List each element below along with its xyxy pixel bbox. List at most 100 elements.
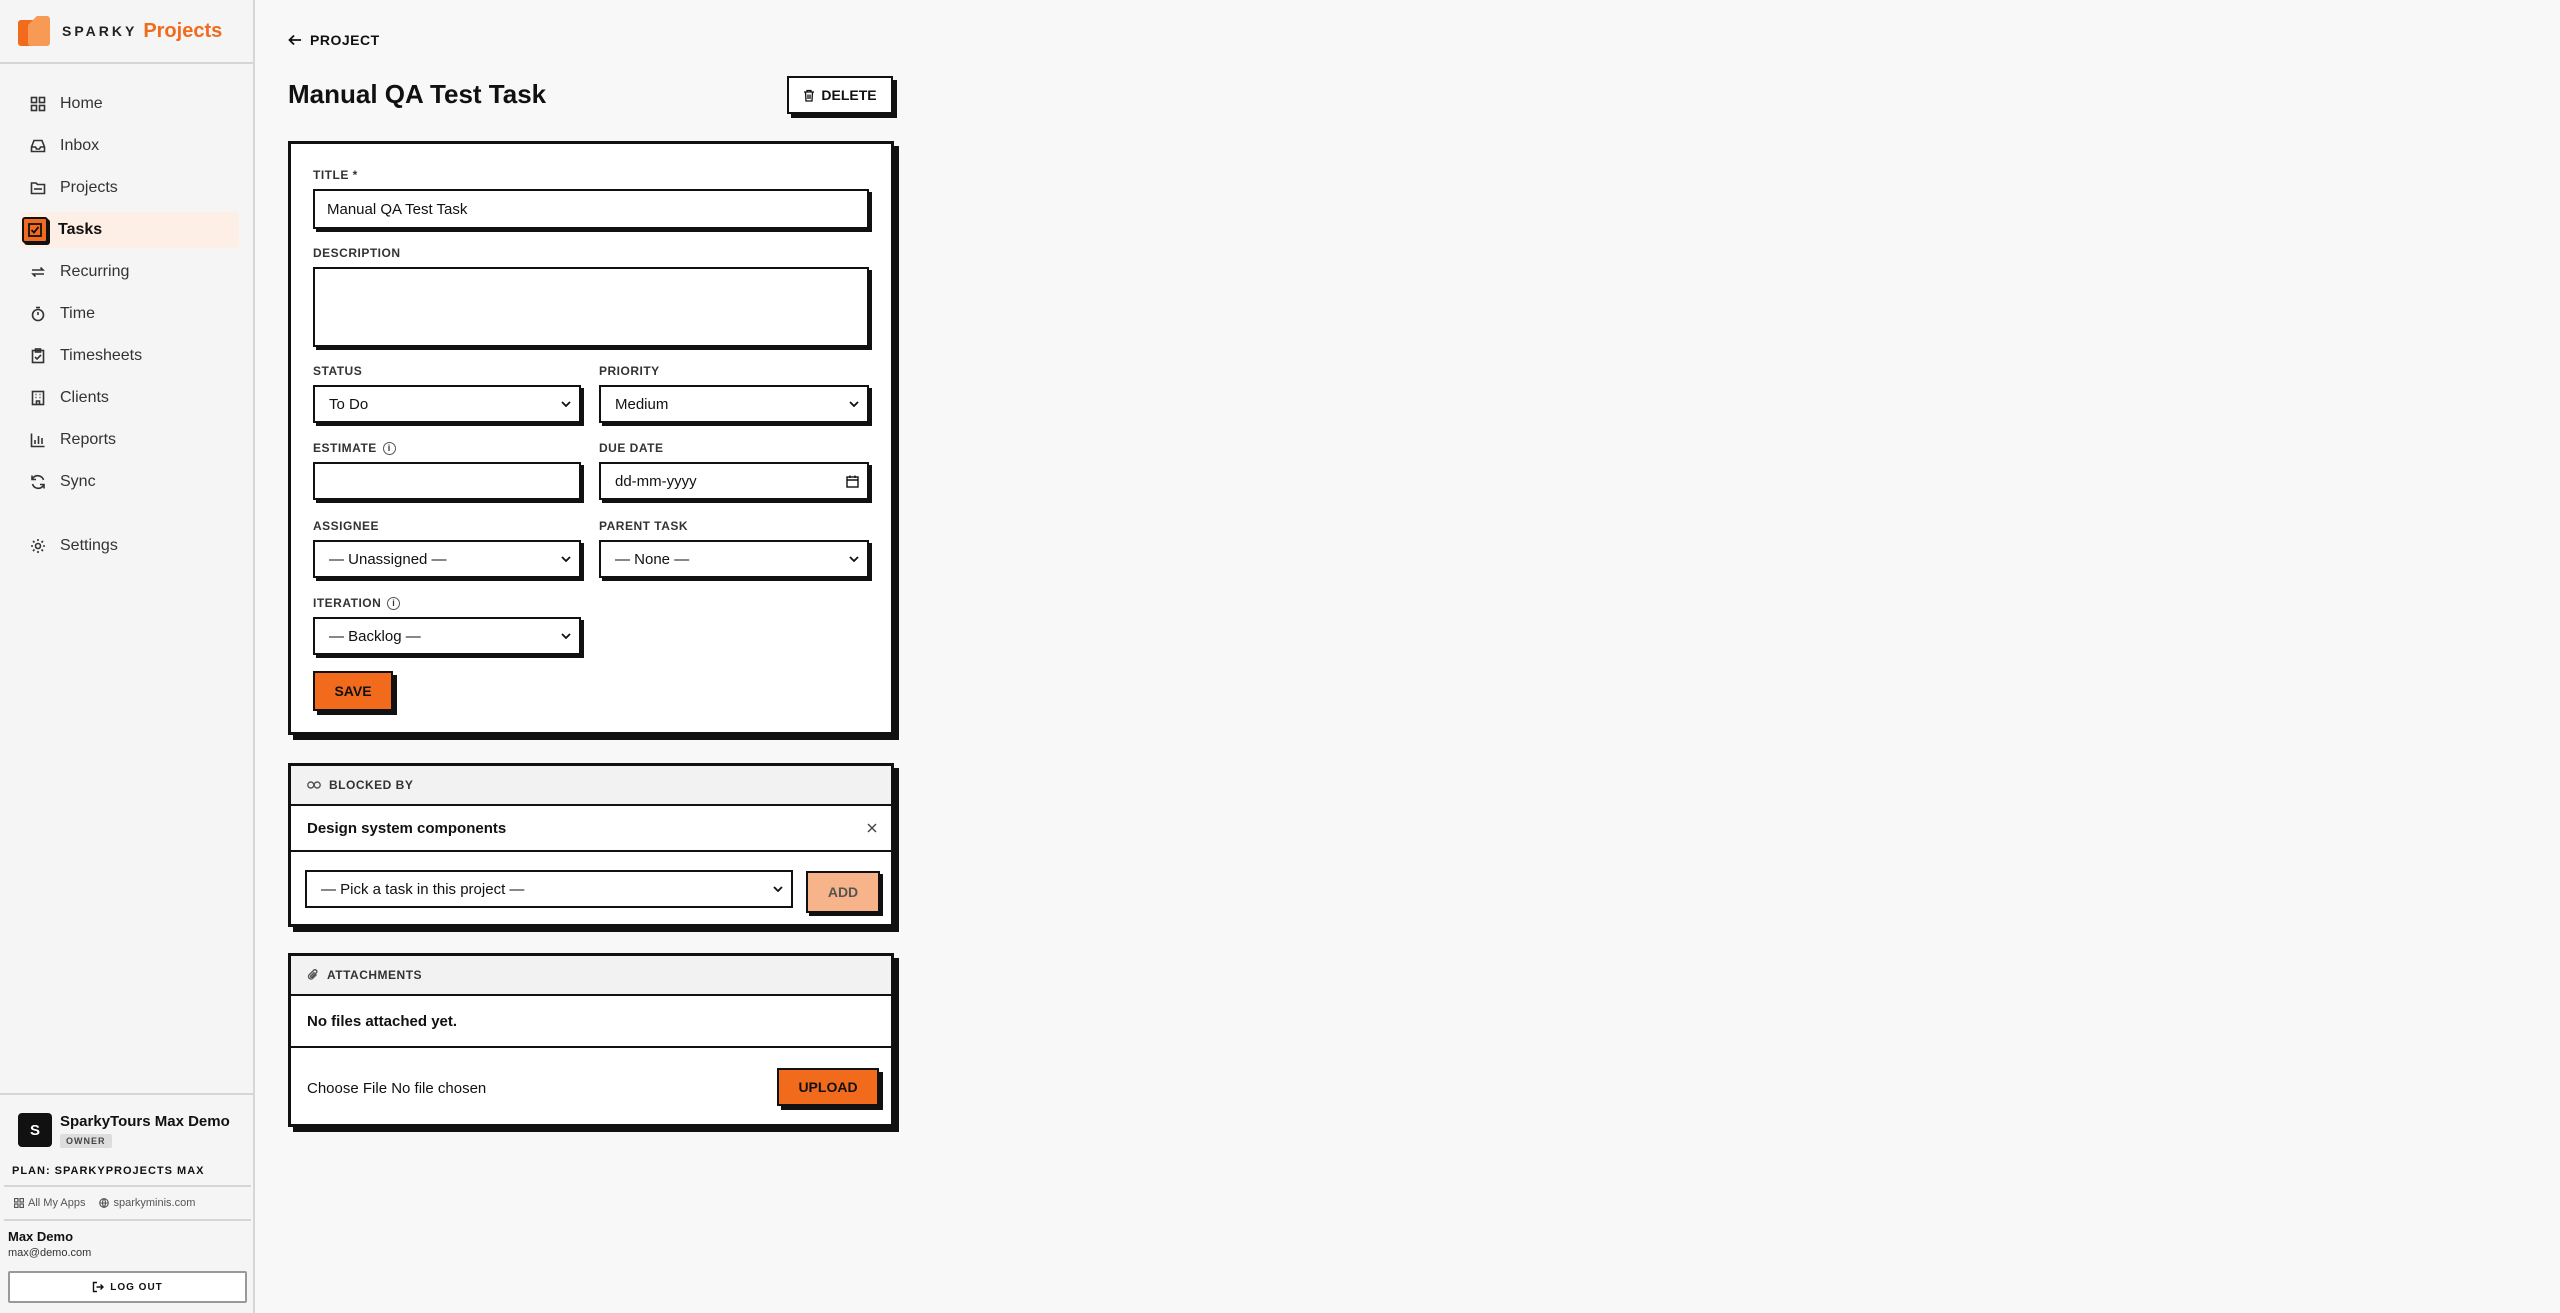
assignee-label: ASSIGNEE — [313, 519, 380, 533]
sidebar-item-label: Sync — [60, 473, 96, 490]
sidebar-item-projects[interactable]: Projects — [20, 170, 239, 206]
logout-icon — [93, 1281, 105, 1293]
status-value: To Do — [329, 395, 369, 413]
brand-sparky-text: SPARKY — [62, 23, 138, 39]
clipboard-icon — [28, 346, 48, 366]
calendar-icon — [846, 475, 859, 488]
arrow-left-icon — [288, 34, 301, 46]
folder-icon — [28, 178, 48, 198]
sidebar-item-settings[interactable]: Settings — [20, 528, 239, 564]
iteration-select[interactable]: — Backlog — — [313, 617, 581, 655]
sidebar-item-reports[interactable]: Reports — [20, 422, 239, 458]
org-switcher[interactable]: S SparkyTours Max Demo OWNER — [0, 1093, 255, 1163]
parent-task-label: PARENT TASK — [599, 519, 689, 533]
sidebar-item-label: Timesheets — [60, 347, 143, 364]
chevron-down-icon — [849, 401, 859, 407]
org-name: SparkyTours Max Demo — [60, 1113, 230, 1130]
due-date-label: DUE DATE — [599, 441, 664, 455]
due-date-input[interactable]: dd-mm-yyyy — [599, 462, 869, 500]
attachments-empty-state: No files attached yet. — [291, 996, 891, 1048]
attachments-panel: ATTACHMENTS No files attached yet. Choos… — [288, 953, 894, 1127]
upload-button[interactable]: UPLOAD — [777, 1068, 879, 1106]
brand[interactable]: SPARKY Projects — [0, 0, 253, 64]
chevron-down-icon — [561, 401, 571, 407]
list-item[interactable]: Design system components — [291, 806, 891, 852]
logout-label: LOG OUT — [110, 1281, 163, 1293]
title-input[interactable]: Manual QA Test Task — [313, 189, 869, 229]
info-icon[interactable]: i — [382, 441, 396, 455]
blocking-task-select[interactable]: — Pick a task in this project — — [305, 870, 793, 908]
blocked-by-heading: BLOCKED BY — [329, 778, 414, 792]
stopwatch-icon — [28, 304, 48, 324]
sidebar: SPARKY Projects Home Inbox Projects Task… — [0, 0, 255, 1313]
blocked-by-panel: BLOCKED BY Design system components — Pi… — [288, 763, 894, 927]
blocking-task-value: — Pick a task in this project — — [321, 880, 525, 898]
estimate-input[interactable] — [313, 462, 581, 500]
sidebar-item-label: Recurring — [60, 263, 130, 280]
brand-projects-text: Projects — [143, 19, 223, 42]
sidebar-item-sync[interactable]: Sync — [20, 464, 239, 500]
parent-task-select[interactable]: — None — — [599, 540, 869, 578]
sidebar-item-label: Inbox — [60, 137, 100, 154]
sidebar-item-inbox[interactable]: Inbox — [20, 128, 239, 164]
chevron-down-icon — [849, 556, 859, 562]
sidebar-item-label: Settings — [60, 537, 118, 554]
grid-icon — [28, 94, 48, 114]
building-icon — [28, 388, 48, 408]
status-label: STATUS — [313, 364, 363, 378]
estimate-label-row: ESTIMATE i — [313, 441, 396, 455]
due-date-placeholder: dd-mm-yyyy — [615, 472, 697, 490]
sidebar-item-time[interactable]: Time — [20, 296, 239, 332]
chevron-down-icon — [561, 556, 571, 562]
delete-button[interactable]: DELETE — [787, 76, 893, 114]
description-textarea[interactable] — [313, 267, 869, 347]
priority-label: PRIORITY — [599, 364, 660, 378]
gear-icon — [28, 536, 48, 556]
site-link[interactable]: sparkyminis.com — [99, 1197, 195, 1209]
assignee-select[interactable]: — Unassigned — — [313, 540, 581, 578]
sidebar-item-tasks[interactable]: Tasks — [20, 212, 239, 248]
sidebar-item-label: Home — [60, 95, 103, 112]
add-blocker-button[interactable]: ADD — [806, 871, 880, 913]
file-input[interactable]: Choose File No file chosen — [307, 1080, 486, 1097]
page-title: Manual QA Test Task — [288, 79, 547, 109]
info-icon[interactable]: i — [387, 596, 401, 610]
save-button[interactable]: SAVE — [313, 671, 393, 711]
back-label: PROJECT — [310, 32, 380, 48]
close-icon[interactable] — [867, 823, 877, 833]
sidebar-item-timesheets[interactable]: Timesheets — [20, 338, 239, 374]
sparky-logo-icon — [18, 16, 52, 46]
sidebar-item-home[interactable]: Home — [20, 86, 239, 122]
chevron-down-icon — [561, 633, 571, 639]
sidebar-item-label: Clients — [60, 389, 109, 406]
trash-icon — [804, 89, 815, 102]
iteration-value: — Backlog — — [329, 627, 421, 645]
chevron-down-icon — [773, 886, 783, 892]
attachments-header: ATTACHMENTS — [291, 956, 891, 996]
iteration-label: ITERATION — [313, 596, 382, 610]
attachments-heading: ATTACHMENTS — [327, 968, 423, 982]
repeat-icon — [28, 262, 48, 282]
inbox-icon — [28, 136, 48, 156]
all-apps-label: All My Apps — [28, 1197, 86, 1209]
sidebar-item-clients[interactable]: Clients — [20, 380, 239, 416]
back-to-project-link[interactable]: PROJECT — [288, 32, 380, 48]
title-label: TITLE * — [313, 168, 358, 182]
blocked-task-title: Design system components — [307, 819, 507, 837]
link-icon — [307, 781, 321, 789]
priority-value: Medium — [615, 395, 669, 413]
sidebar-item-recurring[interactable]: Recurring — [20, 254, 239, 290]
all-apps-link[interactable]: All My Apps — [14, 1197, 85, 1209]
checkbox-icon — [22, 217, 48, 243]
sidebar-footer: S SparkyTours Max Demo OWNER PLAN: SPARK… — [0, 1093, 255, 1313]
task-form: TITLE * Manual QA Test Task DESCRIPTION … — [288, 141, 894, 735]
assignee-value: — Unassigned — — [329, 550, 447, 568]
sidebar-item-label: Tasks — [58, 221, 103, 238]
user-name: Max Demo — [8, 1229, 74, 1244]
estimate-label: ESTIMATE — [313, 441, 377, 455]
status-select[interactable]: To Do — [313, 385, 581, 423]
priority-select[interactable]: Medium — [599, 385, 869, 423]
blocked-by-header: BLOCKED BY — [291, 766, 891, 806]
logout-button[interactable]: LOG OUT — [8, 1271, 247, 1303]
site-label: sparkyminis.com — [113, 1197, 196, 1209]
